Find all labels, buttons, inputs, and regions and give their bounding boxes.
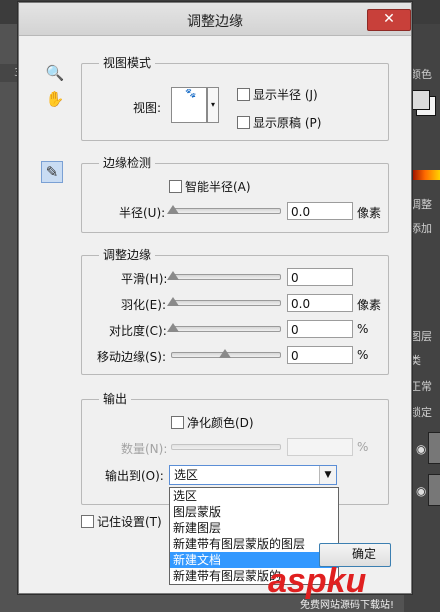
remember-settings-checkbox[interactable] xyxy=(81,515,94,528)
adjust-edge-legend: 调整边缘 xyxy=(99,246,156,263)
refine-edge-dialog: 调整边缘 ✕ 🔍 ✋ ✎ 视图模式 视图: 🐾 ▾ 显示半径 (J) 显示原稿 … xyxy=(18,2,412,594)
adjust-panel-label: 调整 xyxy=(410,198,432,211)
amount-label: 数量(N): xyxy=(121,442,168,456)
feather-slider[interactable] xyxy=(171,300,281,306)
output-to-select[interactable]: 选区 ▼ xyxy=(169,465,337,485)
output-to-label: 输出到(O): xyxy=(105,469,164,483)
hand-tool-icon[interactable]: ✋ xyxy=(45,89,65,109)
smart-radius-label: 智能半径(A) xyxy=(185,180,251,194)
visibility-eye-icon[interactable]: ◉ xyxy=(416,484,426,498)
output-to-value: 选区 xyxy=(174,468,199,482)
smooth-slider-thumb[interactable] xyxy=(167,271,179,280)
smooth-label: 平滑(H): xyxy=(121,272,168,286)
contrast-slider[interactable] xyxy=(171,326,281,332)
shift-edge-unit: % xyxy=(357,348,369,362)
ok-button-label: 确定 xyxy=(351,547,376,561)
layer-thumbnail[interactable] xyxy=(428,432,440,464)
zoom-tool-icon[interactable]: 🔍 xyxy=(45,63,65,83)
feather-slider-thumb[interactable] xyxy=(167,297,179,306)
chevron-down-icon[interactable]: ▼ xyxy=(319,466,336,484)
radius-input[interactable]: 0.0 xyxy=(287,202,353,220)
show-radius-checkbox[interactable] xyxy=(237,88,250,101)
view-dropdown-arrow[interactable]: ▾ xyxy=(207,87,219,123)
view-mode-group xyxy=(81,63,389,141)
layers-panel-label: 图层 xyxy=(410,330,432,343)
output-legend: 输出 xyxy=(99,390,132,407)
feather-input[interactable]: 0.0 xyxy=(287,294,353,312)
amount-input[interactable] xyxy=(287,438,353,456)
smart-radius-checkbox[interactable] xyxy=(169,180,182,193)
radius-unit: 像素 xyxy=(357,206,382,220)
feather-label: 羽化(E): xyxy=(121,298,166,312)
contrast-slider-thumb[interactable] xyxy=(167,323,179,332)
view-mode-legend: 视图模式 xyxy=(99,54,156,71)
dropdown-option[interactable]: 新建带有图层蒙版的图层 xyxy=(170,536,338,552)
radius-slider-thumb[interactable] xyxy=(167,205,179,214)
add-adjust-label: 添加 xyxy=(410,222,432,235)
edge-detection-legend: 边缘检测 xyxy=(99,154,156,171)
contrast-unit: % xyxy=(357,322,369,336)
dialog-title: 调整边缘 xyxy=(187,14,243,30)
decontaminate-checkbox[interactable] xyxy=(171,416,184,429)
show-radius-label: 显示半径 (J) xyxy=(253,88,318,102)
paw-icon: 🐾 xyxy=(185,89,197,99)
color-spectrum[interactable] xyxy=(410,170,440,180)
color-panel-label: 颜色 xyxy=(410,68,432,81)
visibility-eye-icon[interactable]: ◉ xyxy=(416,442,426,456)
contrast-label: 对比度(C): xyxy=(109,324,167,338)
refine-radius-brush-icon[interactable]: ✎ xyxy=(41,161,63,183)
smooth-slider[interactable] xyxy=(171,274,281,280)
lock-label: 锁定 xyxy=(410,406,432,419)
shift-edge-slider-thumb[interactable] xyxy=(219,349,231,358)
shift-edge-label: 移动边缘(S): xyxy=(97,350,167,364)
close-button[interactable]: ✕ xyxy=(367,9,411,31)
contrast-input[interactable]: 0 xyxy=(287,320,353,338)
view-preview-thumbnail[interactable]: 🐾 xyxy=(171,87,207,123)
dropdown-option[interactable]: 选区 xyxy=(170,488,338,504)
smooth-input[interactable]: 0 xyxy=(287,268,353,286)
view-label: 视图: xyxy=(133,101,162,115)
watermark-subtitle: 免费网站源码下载站! xyxy=(300,600,395,611)
radius-slider[interactable] xyxy=(171,208,281,214)
foreground-color-swatch[interactable] xyxy=(410,90,430,110)
radius-label: 半径(U): xyxy=(119,206,166,220)
amount-unit: % xyxy=(357,440,369,454)
show-original-label: 显示原稿 (P) xyxy=(253,116,322,130)
blend-mode-select[interactable]: 正常 xyxy=(410,378,432,394)
show-original-checkbox[interactable] xyxy=(237,116,250,129)
remember-settings-label: 记住设置(T) xyxy=(97,515,162,529)
layer-thumbnail[interactable] xyxy=(428,474,440,506)
decontaminate-label: 净化颜色(D) xyxy=(187,416,254,430)
dropdown-option[interactable]: 新建图层 xyxy=(170,520,338,536)
amount-slider[interactable] xyxy=(171,444,281,450)
feather-unit: 像素 xyxy=(357,298,382,312)
edge-detection-group xyxy=(81,163,389,233)
shift-edge-input[interactable]: 0 xyxy=(287,346,353,364)
dropdown-option[interactable]: 图层蒙版 xyxy=(170,504,338,520)
